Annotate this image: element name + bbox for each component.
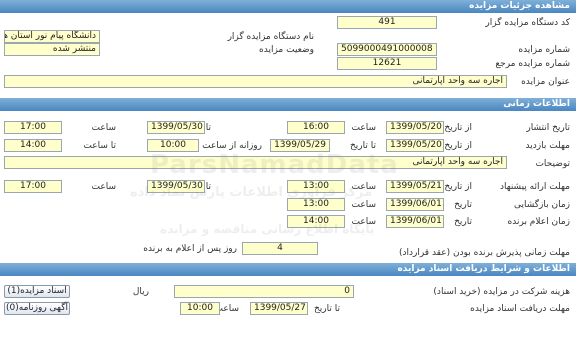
visit-to-date-field: 1399/05/29 [270,139,330,152]
opening-time-field: 13:00 [287,198,345,211]
doc-deadline-time-field: 10:00 [180,302,220,315]
reference-number-label: شماره مزایده مرجع [495,59,570,69]
publish-from-time-field: 16:00 [287,121,345,134]
submit-to-date-field: 1399/05/30 [147,180,205,193]
section-header-details: مشاهده جزئیات مزایده [0,0,576,13]
doc-deadline-label: مهلت دریافت اسناد مزایده [470,304,570,314]
auctioneer-name-label: نام دستگاه مزایده گزار [227,32,314,42]
publish-to-time-label: ساعت [91,123,117,133]
auction-title-label: عنوان مزایده [521,77,570,87]
opening-label: زمان بازگشایی [513,200,570,210]
winner-date-label: تاریخ [454,217,472,227]
publish-from-date-label: از تاریخ [444,123,472,133]
publish-from-date-field: 1399/05/20 [386,121,444,134]
winner-time-label: ساعت [351,217,377,227]
description-label: توضیحات [535,159,570,169]
visit-to-time-field: 14:00 [4,139,62,152]
auction-number-field: 5099000491000008 [337,43,437,56]
publish-from-time-label: ساعت [351,123,377,133]
submit-to-time-field: 17:00 [4,180,62,193]
reference-number-field: 12621 [337,57,437,70]
opening-date-label: تاریخ [454,200,472,210]
fee-field: 0 [174,285,354,298]
visit-daily-from-field: 10:00 [147,139,199,152]
publish-label: تاریخ انتشار [526,123,570,133]
visit-label: مهلت بازدید [525,141,570,151]
visit-from-date-label: از تاریخ [444,141,472,151]
publish-to-date-field: 1399/05/30 [147,121,205,134]
submit-from-date-field: 1399/05/21 [386,180,444,193]
newspaper-ad-button[interactable]: آگهی روزنامه(0) [4,302,70,315]
winner-time-field: 14:00 [287,215,345,228]
winner-label: زمان اعلام برنده [507,217,570,227]
publish-to-time-field: 17:00 [4,121,62,134]
winner-date-field: 1399/06/01 [386,215,444,228]
auctioneer-code-label: کد دستگاه مزایده گزار [485,18,570,28]
acceptance-days-field: 4 [242,242,318,255]
acceptance-suffix: روز پس از اعلام به برنده [143,244,237,254]
visit-daily-from-label: روزانه از ساعت [202,141,262,151]
auction-status-label: وضعیت مزایده [259,45,314,55]
visit-from-date-field: 1399/05/20 [386,139,444,152]
auction-status-field: منتشر شده [4,43,100,56]
currency-label: ریال [132,287,149,297]
opening-date-field: 1399/06/01 [386,198,444,211]
visit-to-time-label: تا ساعت [83,141,116,151]
auction-documents-button[interactable]: اسناد مزایده(1) [4,285,70,298]
auction-number-label: شماره مزایده [518,45,570,55]
submit-to-time-label: ساعت [91,182,117,192]
doc-deadline-date-label: تا تاریخ [313,304,340,314]
fee-value: 0 [344,286,350,296]
acceptance-label: مهلت زمانی پذیرش برنده بودن (عقد قرارداد… [398,248,570,258]
auctioneer-name-field: دانشگاه پیام نور استان همدان [4,30,100,43]
visit-to-date-label: تا تاریخ [349,141,376,151]
submit-from-time-label: ساعت [351,182,377,192]
opening-time-label: ساعت [351,200,377,210]
submit-label: مهلت ارائه پیشنهاد [499,182,570,192]
doc-deadline-date-field: 1399/05/27 [250,302,308,315]
description-field: اجاره سه واحد آپارتمانی [4,156,507,169]
fee-label: هزینه شرکت در مزایده (خرید اسناد) [433,287,570,297]
submit-from-date-label: از تاریخ [444,182,472,192]
submit-from-time-field: 13:00 [287,180,345,193]
section-header-conditions: اطلاعات و شرایط دریافت اسناد مزایده [0,263,576,276]
auction-title-field: اجاره سه واحد آپارتمانی [4,75,507,88]
auctioneer-code-field: 491 [337,16,437,29]
section-header-timing: اطلاعات زمانی [0,98,576,111]
